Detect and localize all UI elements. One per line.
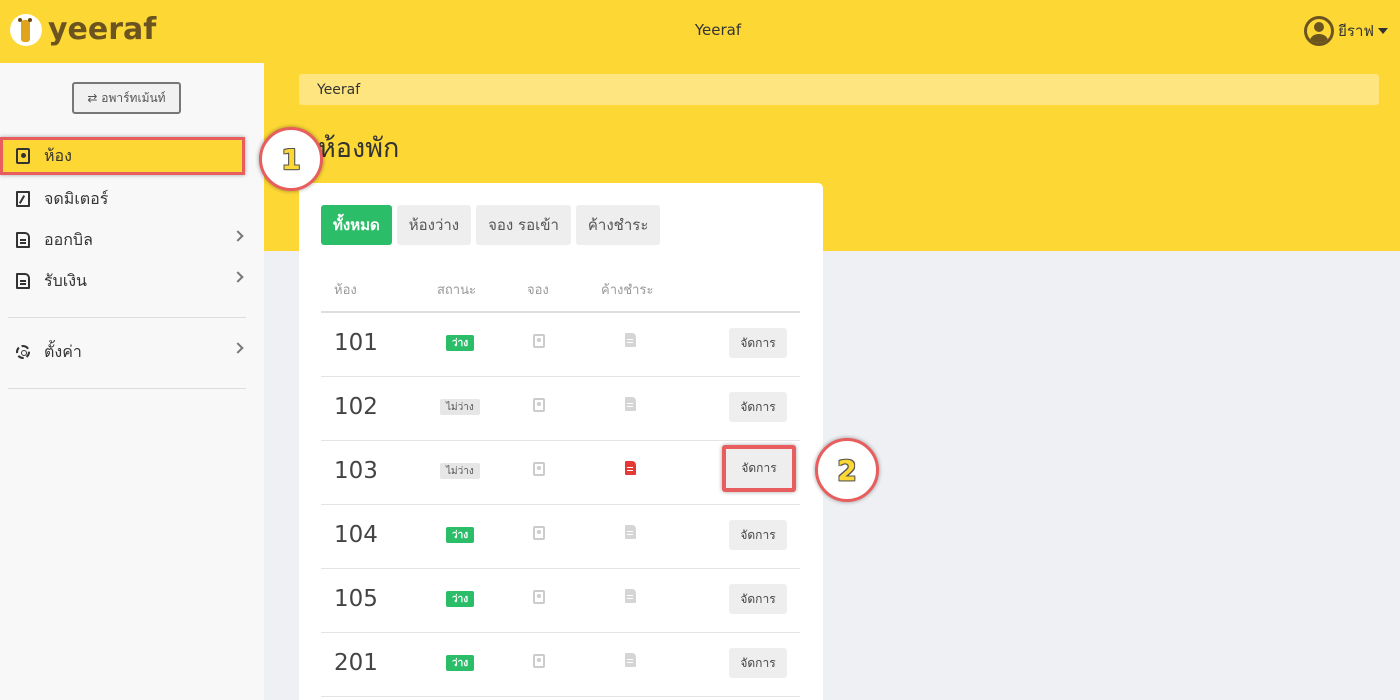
filter-tabs: ทั้งหมด ห้องว่าง จอง รอเข้า ค้างชำระ — [321, 205, 665, 245]
room-number: 104 — [334, 522, 378, 548]
column-header-overdue: ค้างชำระ — [601, 283, 654, 298]
table-row: 201 ว่าง จัดการ — [321, 633, 800, 697]
invoice-icon — [625, 397, 636, 411]
sidebar-item-label: ห้อง — [44, 145, 72, 165]
table-row: 101 ว่าง จัดการ — [321, 313, 800, 377]
manage-button[interactable]: จัดการ — [722, 445, 796, 492]
tab-reserved[interactable]: จอง รอเข้า — [476, 205, 571, 245]
status-badge: ว่าง — [446, 655, 475, 671]
table-header: ห้อง สถานะ จอง ค้างชำระ — [321, 277, 800, 313]
invoice-icon — [625, 589, 636, 603]
manage-button[interactable]: จัดการ — [729, 392, 787, 422]
tab-all[interactable]: ทั้งหมด — [321, 205, 392, 245]
manage-button[interactable]: จัดการ — [729, 584, 787, 614]
sidebar-item-label: รับเงิน — [44, 270, 87, 290]
rooms-card: ทั้งหมด ห้องว่าง จอง รอเข้า ค้างชำระ ห้อ… — [299, 183, 823, 700]
chevron-right-icon — [232, 230, 244, 242]
manage-button[interactable]: จัดการ — [729, 328, 787, 358]
callout-step-1: 1 — [259, 127, 323, 191]
bill-icon — [16, 232, 30, 248]
table-row: 103 ไม่ว่าง จัดการ — [321, 441, 800, 505]
sidebar-divider — [8, 317, 246, 318]
invoice-icon — [625, 653, 636, 667]
booking-icon — [533, 334, 545, 348]
booking-icon — [533, 590, 545, 604]
sidebar-item-settings[interactable]: ตั้งค่า — [0, 333, 264, 371]
apartment-switch-button[interactable]: ⇄ อพาร์ทเม้นท์ — [72, 82, 181, 114]
sidebar-divider — [8, 388, 246, 389]
chevron-right-icon — [232, 271, 244, 283]
room-number: 102 — [334, 394, 378, 420]
page-title: ห้องพัก — [318, 133, 400, 164]
user-name: ยีราฟ — [1338, 22, 1374, 40]
breadcrumb[interactable]: Yeeraf — [299, 74, 1379, 105]
room-icon — [16, 148, 30, 164]
status-badge: ว่าง — [446, 591, 475, 607]
table-row: 104 ว่าง จัดการ — [321, 505, 800, 569]
status-badge: ไม่ว่าง — [440, 399, 480, 415]
invoice-icon — [625, 525, 636, 539]
manage-button[interactable]: จัดการ — [729, 520, 787, 550]
column-header-room: ห้อง — [334, 283, 357, 298]
booking-icon — [533, 526, 545, 540]
column-header-status: สถานะ — [437, 283, 476, 298]
chevron-right-icon — [232, 342, 244, 354]
status-badge: ว่าง — [446, 527, 475, 543]
gear-icon — [16, 345, 30, 359]
room-number: 103 — [334, 458, 378, 484]
caret-down-icon — [1378, 28, 1388, 34]
booking-icon — [533, 462, 545, 476]
invoice-icon — [625, 333, 636, 347]
status-badge: ไม่ว่าง — [440, 463, 480, 479]
sidebar-item-rooms[interactable]: ห้อง — [0, 137, 245, 175]
tab-vacant[interactable]: ห้องว่าง — [396, 205, 472, 245]
table-row: 102 ไม่ว่าง จัดการ — [321, 377, 800, 441]
payment-icon — [16, 273, 30, 289]
booking-icon — [533, 398, 545, 412]
user-avatar-icon — [1304, 16, 1335, 46]
top-bar: yeeraf Yeeraf ยีราฟ — [0, 0, 1400, 63]
user-menu[interactable]: ยีราฟ — [1304, 16, 1388, 46]
sidebar-item-bill[interactable]: ออกบิล — [0, 221, 264, 259]
sidebar-item-label: ตั้งค่า — [44, 341, 82, 361]
meter-icon — [16, 191, 30, 207]
column-header-booking: จอง — [527, 283, 549, 298]
overdue-invoice-icon[interactable] — [625, 461, 636, 475]
sidebar-item-label: จดมิเตอร์ — [44, 188, 109, 208]
room-number: 201 — [334, 650, 378, 676]
sidebar-item-meter[interactable]: จดมิเตอร์ — [0, 180, 264, 218]
table-row: 105 ว่าง จัดการ — [321, 569, 800, 633]
sidebar-item-payment[interactable]: รับเงิน — [0, 262, 264, 300]
callout-step-2: 2 — [815, 438, 879, 502]
booking-icon — [533, 654, 545, 668]
sidebar: ⇄ อพาร์ทเม้นท์ ห้อง จดมิเตอร์ ออกบิล รับ… — [0, 63, 264, 700]
manage-button[interactable]: จัดการ — [729, 648, 787, 678]
app-title: Yeeraf — [694, 21, 742, 39]
room-number: 101 — [334, 330, 378, 356]
status-badge: ว่าง — [446, 335, 475, 351]
sidebar-item-label: ออกบิล — [44, 229, 93, 249]
tab-overdue[interactable]: ค้างชำระ — [575, 205, 661, 245]
room-number: 105 — [334, 586, 378, 612]
